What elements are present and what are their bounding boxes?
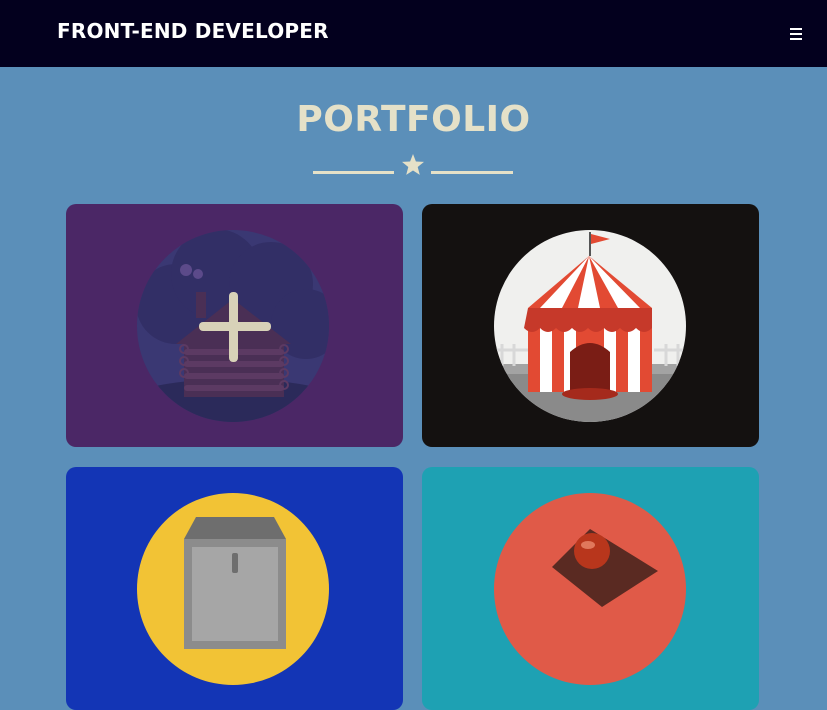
section-title: PORTFOLIO: [296, 99, 531, 140]
title-divider: [313, 152, 513, 178]
star-icon: [402, 154, 424, 175]
navbar: FRONT-END DEVELOPER: [0, 0, 827, 67]
brand-title[interactable]: FRONT-END DEVELOPER: [57, 19, 329, 43]
safe-illustration: [184, 517, 286, 649]
portfolio-item-circus[interactable]: [422, 204, 759, 447]
portfolio-item-cabin[interactable]: [66, 204, 403, 447]
hamburger-menu-icon[interactable]: [788, 26, 806, 42]
portfolio-item-cake[interactable]: [422, 467, 759, 710]
portfolio-item-safe[interactable]: [66, 467, 403, 710]
